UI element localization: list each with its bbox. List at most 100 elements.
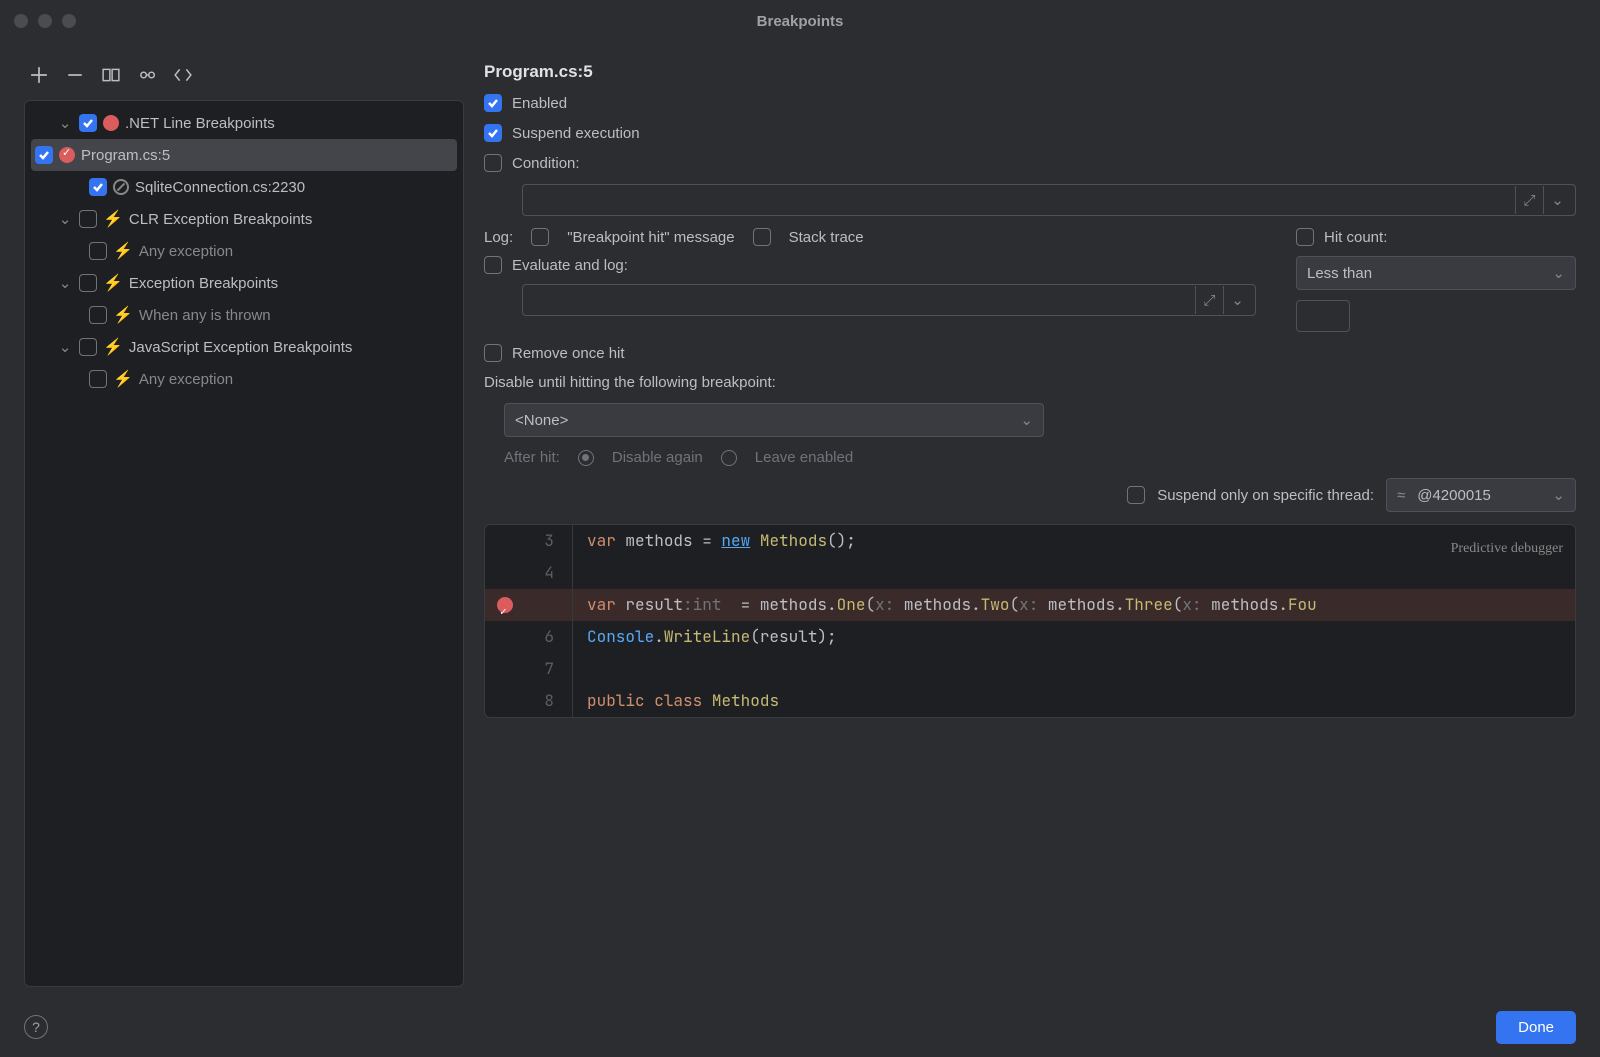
item-checkbox[interactable]	[89, 370, 107, 388]
tree-group[interactable]: ⌄ .NET Line Breakpoints	[25, 107, 463, 139]
tree-group[interactable]: ⌄ ⚡ JavaScript Exception Breakpoints	[25, 331, 463, 363]
after-hit-disable-label: Disable again	[612, 449, 703, 466]
enabled-checkbox[interactable]	[484, 94, 502, 112]
thread-select[interactable]: ≈ @4200015 ⌄	[1386, 478, 1576, 512]
condition-checkbox[interactable]	[484, 154, 502, 172]
tree-item[interactable]: ⚡ When any is thrown	[25, 299, 463, 331]
tree-group[interactable]: ⌄ ⚡ CLR Exception Breakpoints	[25, 203, 463, 235]
min-dot[interactable]	[38, 14, 52, 28]
code-preview: Predictive debugger 3var methods = new M…	[484, 524, 1576, 718]
chevron-down-icon[interactable]: ⌄	[1223, 286, 1251, 314]
item-checkbox[interactable]	[35, 146, 53, 164]
group-label: Exception Breakpoints	[129, 275, 278, 292]
expand-icon[interactable]: ⤢	[1195, 286, 1223, 314]
group-label: .NET Line Breakpoints	[125, 115, 275, 132]
remove-once-label: Remove once hit	[512, 345, 625, 362]
log-bphit-checkbox[interactable]	[531, 228, 549, 246]
thread-icon: ≈	[1397, 487, 1405, 504]
detail-title: Program.cs:5	[484, 62, 1576, 82]
disable-until-label: Disable until hitting the following brea…	[484, 374, 1576, 391]
done-button[interactable]: Done	[1496, 1011, 1576, 1044]
log-stack-checkbox[interactable]	[753, 228, 771, 246]
view-options-icon[interactable]	[138, 66, 156, 88]
eval-input[interactable]: ⤢ ⌄	[522, 284, 1256, 316]
hitcount-label: Hit count:	[1324, 229, 1387, 246]
after-hit-label: After hit:	[504, 449, 560, 466]
chevron-down-icon: ⌄	[1552, 486, 1565, 504]
group-checkbox[interactable]	[79, 338, 97, 356]
chevron-down-icon: ⌄	[1020, 411, 1033, 429]
group-checkbox[interactable]	[79, 274, 97, 292]
chevron-down-icon: ⌄	[57, 338, 73, 356]
remove-once-checkbox[interactable]	[484, 344, 502, 362]
item-label: Program.cs:5	[81, 147, 170, 164]
condition-input[interactable]: ⤢ ⌄	[522, 184, 1576, 216]
window-controls	[14, 14, 76, 28]
code-line: 7	[485, 653, 1575, 685]
expand-icon[interactable]: ⤢	[1515, 186, 1543, 214]
after-hit-leave-radio[interactable]	[721, 450, 737, 466]
remove-icon[interactable]	[66, 66, 84, 88]
suspend-checkbox[interactable]	[484, 124, 502, 142]
breakpoint-icon	[103, 115, 119, 131]
max-dot[interactable]	[62, 14, 76, 28]
group-label: JavaScript Exception Breakpoints	[129, 339, 352, 356]
hitcount-value-input[interactable]	[1296, 300, 1350, 332]
code-line: 8public class Methods	[485, 685, 1575, 717]
tree-item[interactable]: SqliteConnection.cs:2230	[25, 171, 463, 203]
breakpoint-gutter-icon[interactable]	[497, 597, 513, 613]
item-label: Any exception	[139, 243, 233, 260]
code-line: 6Console.WriteLine(result);	[485, 621, 1575, 653]
item-checkbox[interactable]	[89, 306, 107, 324]
chevron-down-icon: ⌄	[1552, 264, 1565, 282]
condition-label: Condition:	[512, 155, 580, 172]
lightning-icon: ⚡	[113, 305, 133, 325]
tree-item[interactable]: ⚡ Any exception	[25, 363, 463, 395]
log-label: Log:	[484, 229, 513, 246]
hitcount-checkbox[interactable]	[1296, 228, 1314, 246]
add-icon[interactable]	[30, 66, 48, 88]
titlebar: Breakpoints	[0, 0, 1600, 42]
code-line: 4	[485, 557, 1575, 589]
hitcount-op-select[interactable]: Less than ⌄	[1296, 256, 1576, 290]
tree-toolbar	[24, 62, 464, 92]
after-hit-disable-radio[interactable]	[578, 450, 594, 466]
tree-group[interactable]: ⌄ ⚡ Exception Breakpoints	[25, 267, 463, 299]
chevron-down-icon: ⌄	[57, 210, 73, 228]
eval-checkbox[interactable]	[484, 256, 502, 274]
group-checkbox[interactable]	[79, 114, 97, 132]
group-by-file-icon[interactable]	[102, 66, 120, 88]
code-line: 3var methods = new Methods();	[485, 525, 1575, 557]
item-label: When any is thrown	[139, 307, 271, 324]
group-label: CLR Exception Breakpoints	[129, 211, 312, 228]
tree-item[interactable]: ⚡ Any exception	[25, 235, 463, 267]
item-label: Any exception	[139, 371, 233, 388]
window-title: Breakpoints	[757, 13, 844, 30]
help-icon[interactable]: ?	[24, 1015, 48, 1039]
lightning-icon: ⚡	[113, 369, 133, 389]
lightning-icon: ⚡	[113, 241, 133, 261]
item-checkbox[interactable]	[89, 242, 107, 260]
breakpoint-tree[interactable]: ⌄ .NET Line Breakpoints Program.cs:5 Sql…	[24, 100, 464, 987]
suspend-label: Suspend execution	[512, 125, 640, 142]
lightning-icon: ⚡	[103, 337, 123, 357]
breakpoint-check-icon	[59, 147, 75, 163]
log-stack-label: Stack trace	[789, 229, 864, 246]
tree-item[interactable]: Program.cs:5	[31, 139, 457, 171]
disable-until-select[interactable]: <None> ⌄	[504, 403, 1044, 437]
after-hit-leave-label: Leave enabled	[755, 449, 853, 466]
chevron-down-icon[interactable]: ⌄	[1543, 186, 1571, 214]
code-icon[interactable]	[174, 66, 192, 88]
log-bphit-label: "Breakpoint hit" message	[567, 229, 734, 246]
breakpoint-disabled-icon	[113, 179, 129, 195]
suspend-thread-checkbox[interactable]	[1127, 486, 1145, 504]
predictive-debugger-label[interactable]: Predictive debugger	[1451, 533, 1563, 565]
item-label: SqliteConnection.cs:2230	[135, 179, 305, 196]
group-checkbox[interactable]	[79, 210, 97, 228]
eval-label: Evaluate and log:	[512, 257, 628, 274]
chevron-down-icon: ⌄	[57, 274, 73, 292]
close-dot[interactable]	[14, 14, 28, 28]
enabled-label: Enabled	[512, 95, 567, 112]
chevron-down-icon: ⌄	[57, 114, 73, 132]
item-checkbox[interactable]	[89, 178, 107, 196]
